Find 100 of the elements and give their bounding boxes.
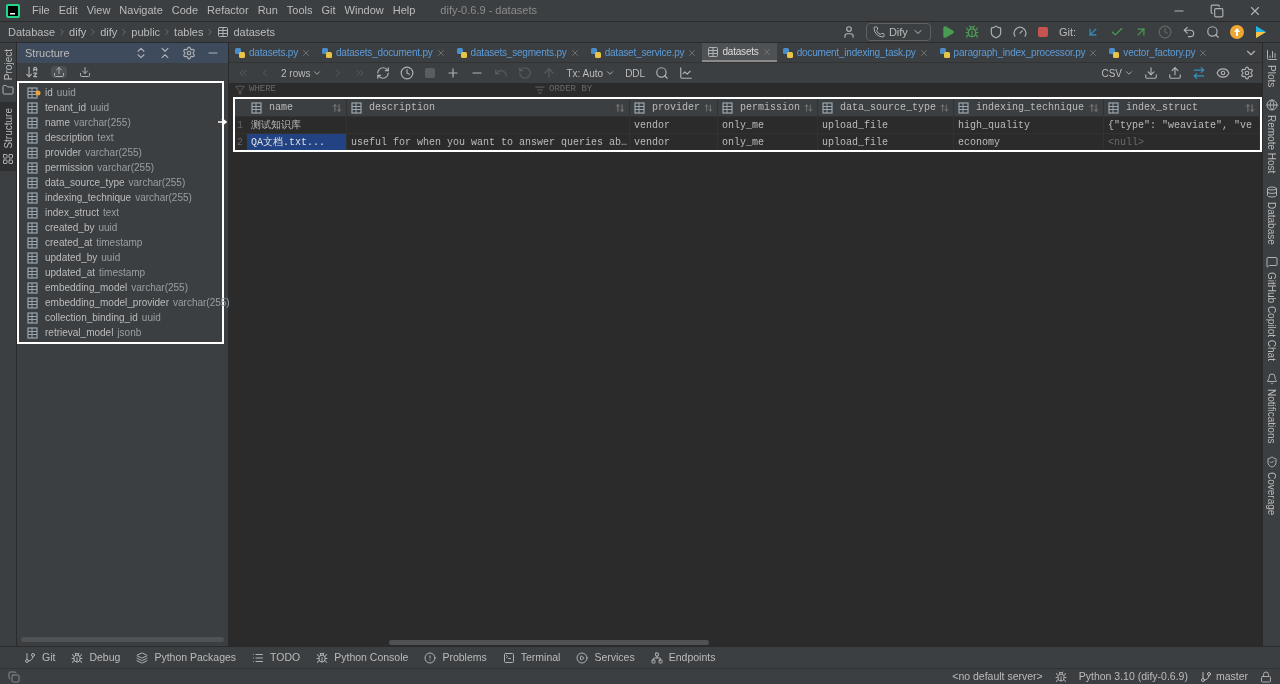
transaction-dropdown[interactable]: Tx: Auto — [566, 65, 616, 81]
column-header[interactable]: name — [247, 99, 347, 116]
close-icon[interactable] — [435, 47, 446, 58]
column-name[interactable]: indexing_technique — [45, 190, 132, 205]
tool-window-button[interactable]: Services — [576, 649, 635, 666]
editor-tab[interactable]: paragraph_index_processor.py — [933, 43, 1104, 62]
sort-arrows-icon[interactable] — [332, 102, 342, 113]
search-icon[interactable] — [1206, 25, 1220, 39]
collapse-all-icon[interactable] — [158, 46, 172, 60]
eye-icon[interactable] — [1216, 66, 1230, 80]
tool-window-button[interactable]: Problems — [424, 649, 487, 666]
column-header[interactable]: index_struct — [1104, 99, 1260, 116]
editor-tab[interactable]: datasets_document.py — [315, 43, 451, 62]
menu-item[interactable]: View — [86, 2, 111, 19]
undo-icon[interactable] — [1182, 25, 1196, 39]
menu-item[interactable]: Code — [171, 2, 199, 19]
tool-window-tab[interactable]: Coverage — [1264, 455, 1279, 516]
breadcrumb-item[interactable]: public — [131, 23, 161, 41]
column-name[interactable]: collection_binding_id — [45, 310, 138, 325]
stop-icon[interactable] — [1036, 26, 1049, 38]
tool-window-tab[interactable]: GitHub Copilot Chat — [1264, 256, 1279, 362]
tool-window-tab[interactable]: Plots — [1264, 49, 1279, 88]
close-icon[interactable] — [1198, 47, 1209, 58]
tool-window-tab[interactable]: Database — [1264, 185, 1279, 245]
table-cell[interactable]: {"type": "weaviate", "ve — [1104, 117, 1260, 133]
tool-window-tab[interactable]: Structure — [0, 102, 16, 171]
run-icon[interactable] — [940, 25, 955, 39]
table-cell[interactable]: upload_file — [818, 117, 954, 133]
breadcrumb-item[interactable]: dify — [100, 23, 118, 41]
sort-arrows-icon[interactable] — [615, 102, 625, 113]
tool-window-tab[interactable]: Project — [0, 43, 16, 103]
sort-arrows-icon[interactable] — [1089, 102, 1099, 113]
table-cell[interactable]: vendor — [630, 117, 718, 133]
editor-tab[interactable]: datasets.py — [229, 43, 316, 62]
menu-item[interactable]: Run — [257, 2, 278, 19]
close-icon[interactable] — [918, 47, 929, 58]
update-icon[interactable] — [1230, 25, 1244, 39]
table-cell[interactable]: vendor — [630, 134, 718, 150]
gauge-icon[interactable] — [1012, 25, 1027, 39]
close-icon[interactable] — [1088, 47, 1099, 58]
sort-arrows-icon[interactable] — [704, 102, 713, 113]
menu-item[interactable]: Tools — [286, 2, 313, 19]
bug-icon[interactable] — [964, 25, 979, 39]
editor-tab[interactable]: document_indexing_task.py — [776, 43, 934, 62]
column-header[interactable]: indexing_technique — [954, 99, 1104, 116]
menu-item[interactable]: Help — [392, 2, 416, 19]
lock-icon[interactable] — [1260, 670, 1272, 683]
menu-item[interactable]: Edit — [58, 2, 78, 19]
settings-icon[interactable] — [1240, 66, 1254, 80]
run-config-dropdown[interactable]: Dify — [865, 23, 931, 41]
close-icon[interactable] — [569, 47, 580, 58]
column-name[interactable]: created_at — [45, 235, 93, 250]
server-status[interactable]: <no default server> — [952, 668, 1043, 684]
editor-tab[interactable]: dataset_service.py — [584, 43, 703, 62]
upload-icon[interactable] — [1168, 66, 1182, 80]
editor-tab[interactable]: vector_factory.py — [1103, 43, 1214, 62]
column-header[interactable]: permission — [718, 99, 818, 116]
breadcrumb-item[interactable]: dify — [69, 23, 87, 41]
plugin-logo-icon[interactable] — [1254, 25, 1268, 39]
sort-arrows-icon[interactable] — [940, 102, 949, 113]
column-name[interactable]: name — [45, 115, 70, 130]
shield-icon[interactable] — [988, 25, 1003, 39]
editor-tab[interactable]: datasets_segments.py — [450, 43, 585, 62]
tool-window-button[interactable]: Python Packages — [136, 649, 237, 666]
stop-icon[interactable] — [424, 67, 437, 79]
table-cell[interactable]: useful for when you want to answer queries ab… — [347, 134, 630, 150]
table-cell[interactable]: economy — [954, 134, 1104, 150]
submit-icon[interactable] — [542, 66, 557, 80]
menu-item[interactable]: File — [32, 2, 50, 19]
column-name[interactable]: retrieval_model — [45, 325, 114, 340]
breadcrumb-item[interactable]: Database — [8, 23, 56, 41]
ddl-button[interactable]: DDL — [625, 65, 646, 81]
rows-dropdown[interactable]: 2 rows — [281, 65, 323, 81]
close-icon[interactable] — [300, 47, 311, 58]
download-icon[interactable] — [1144, 66, 1158, 80]
table-cell[interactable]: upload_file — [818, 134, 954, 150]
download-icon[interactable] — [79, 66, 91, 78]
menu-item[interactable]: Navigate — [119, 2, 163, 19]
tool-window-tab[interactable]: Remote Host — [1264, 99, 1279, 174]
column-header[interactable]: description — [347, 99, 630, 116]
revert-icon[interactable] — [518, 66, 533, 80]
search-icon[interactable] — [655, 66, 670, 80]
add-row-icon[interactable] — [446, 66, 461, 80]
menu-item[interactable]: Git — [321, 2, 336, 19]
user-icon[interactable] — [841, 25, 856, 39]
column-header[interactable]: data_source_type — [818, 99, 954, 116]
check-icon[interactable] — [1110, 25, 1124, 39]
column-name[interactable]: embedding_model — [45, 280, 128, 295]
editor-tab[interactable]: datasets — [702, 43, 777, 62]
column-name[interactable]: description — [45, 130, 94, 145]
tool-window-button[interactable]: Endpoints — [650, 649, 716, 666]
tool-window-button[interactable]: Debug — [71, 649, 121, 666]
table-cell[interactable]: 测试知识库 — [247, 117, 347, 133]
table-cell[interactable]: high_quality — [954, 117, 1104, 133]
menu-item[interactable]: Refactor — [207, 2, 249, 19]
tool-window-button[interactable]: Terminal — [502, 649, 561, 666]
breadcrumb-item[interactable]: tables — [174, 23, 204, 41]
table-cell[interactable]: only_me — [718, 117, 818, 133]
interpreter-status[interactable]: Python 3.10 (dify-0.6.9) — [1078, 668, 1188, 684]
chart-icon[interactable] — [679, 66, 694, 80]
